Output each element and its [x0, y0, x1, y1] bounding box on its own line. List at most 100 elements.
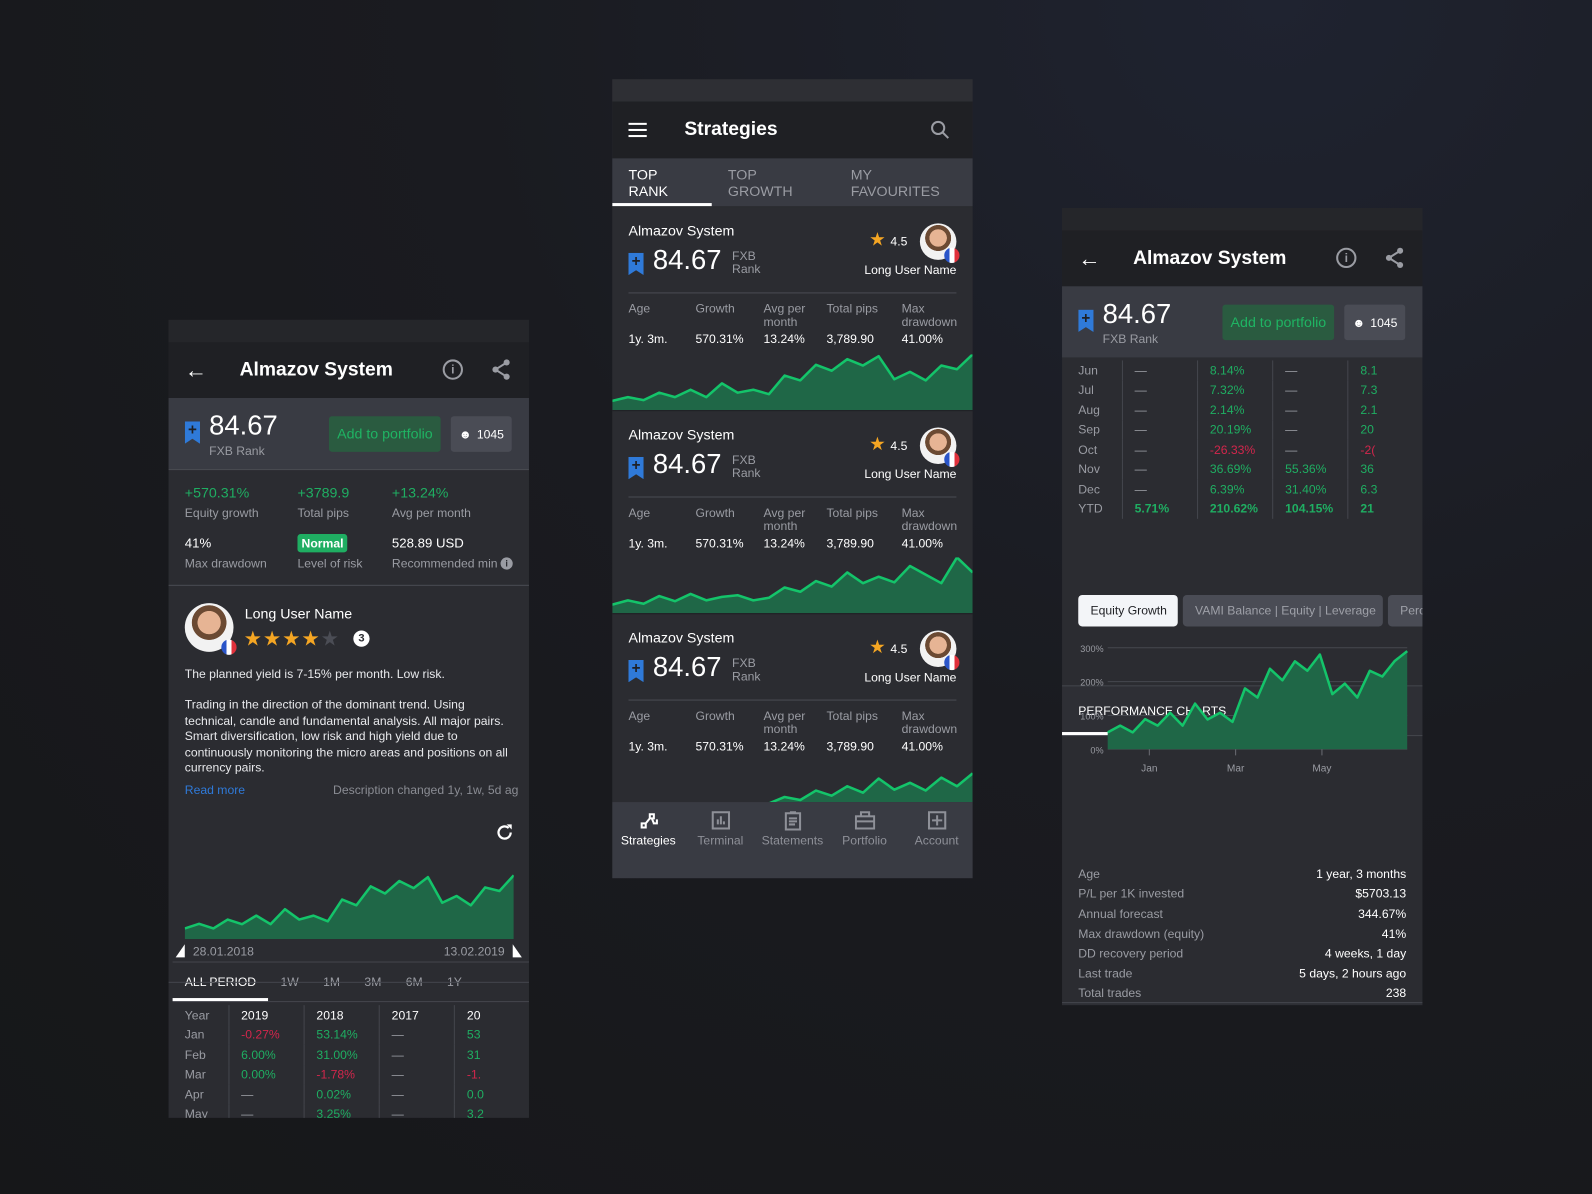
table-cell: 31.00%: [303, 1044, 378, 1065]
column-header: 20: [453, 1005, 529, 1025]
table-row: Oct — -26.33% — -2(: [1078, 439, 1422, 460]
tab-general[interactable]: GENERAL: [1071, 1003, 1154, 1005]
table-cell: —: [227, 1084, 303, 1105]
strategy-card[interactable]: Almazov System +84.67 FXB Rank ★ 4.5 Long User…: [612, 613, 973, 803]
rank-value: 84.67: [652, 651, 722, 683]
yearly-returns-table: Year 2019 2018 2017 20 Jan -0.27% 53.14% —53 Feb 6…: [185, 1005, 529, 1118]
table-cell: —: [1121, 360, 1196, 381]
metric-value: 1y. 3m.: [628, 332, 668, 347]
info-icon[interactable]: i: [1336, 247, 1357, 269]
nav-item-account[interactable]: Account: [901, 810, 972, 878]
metric-label: Max drawdown: [901, 505, 958, 534]
share-icon[interactable]: [491, 358, 511, 380]
range-end-handle[interactable]: [512, 944, 522, 958]
x-tick-label: Jan: [1141, 764, 1157, 775]
metric-value: 41.00%: [901, 536, 943, 551]
strategy-card[interactable]: Almazov System +84.67 FXB Rank ★ 4.5 Long User…: [612, 207, 973, 411]
info-key: Max drawdown (equity): [1078, 926, 1205, 941]
table-row: Nov —36.69% 55.36% 36: [1078, 459, 1422, 480]
table-cell: 21: [1347, 499, 1422, 519]
strategy-statistics-screen: ← Almazov System i + 84.67 FXB Rank Add …: [1062, 208, 1423, 1006]
info-key: DD recovery period: [1078, 946, 1184, 961]
back-arrow-icon[interactable]: ←: [185, 357, 207, 383]
chart-pill-equity-growth[interactable]: Equity Growth: [1078, 594, 1178, 627]
france-flag-icon: [944, 654, 960, 671]
author-name: Long User Name: [864, 262, 957, 278]
area-fill: [184, 875, 514, 940]
strategy-card[interactable]: Almazov System +84.67 FXB Rank ★ 4.5 Long User…: [612, 410, 973, 614]
back-arrow-icon[interactable]: ←: [1078, 245, 1100, 271]
author-avatar[interactable]: [919, 630, 960, 671]
metric-value: 3,789.90: [826, 536, 874, 551]
divider: [628, 292, 957, 294]
info-value: 238: [1385, 986, 1407, 1001]
nav-label: Portfolio: [842, 833, 887, 848]
bookmark-icon[interactable]: +: [1078, 309, 1094, 333]
table-cell: —: [1121, 380, 1196, 401]
nav-item-strategies[interactable]: Strategies: [613, 810, 684, 878]
strategies-icon: [640, 813, 658, 829]
table-row: Apr —0.02% —0.0: [185, 1084, 529, 1105]
equity-sparkline-chart: [184, 874, 514, 940]
user-icon: ☻: [458, 426, 472, 442]
nav-item-portfolio[interactable]: Portfolio: [829, 810, 900, 878]
table-cell: 36: [1347, 459, 1422, 480]
read-more-link[interactable]: Read more: [185, 783, 245, 797]
author-avatar[interactable]: [919, 223, 960, 263]
info-icon[interactable]: i: [500, 557, 513, 570]
star-filled-icon: ★: [262, 628, 282, 651]
reviews-badge[interactable]: 3: [353, 630, 370, 647]
bookmark-icon[interactable]: +: [628, 659, 644, 683]
row-label: Aug: [1078, 402, 1100, 418]
author-name[interactable]: Long User Name: [245, 605, 352, 621]
subscribers-button[interactable]: ☻ 1045: [450, 416, 513, 452]
y-tick-label: 0%: [1090, 745, 1103, 755]
table-cell: -1.78%: [303, 1064, 378, 1085]
table-cell: 0.02%: [303, 1084, 378, 1105]
chart-pill-vami-balance-equity-leverage[interactable]: VAMI Balance | Equity | Leverage: [1182, 594, 1383, 627]
chart-pill-perc[interactable]: Perc: [1387, 594, 1423, 627]
strategy-name: Almazov System: [628, 629, 735, 646]
search-icon[interactable]: [930, 120, 950, 140]
info-row: P/L per 1K invested $5703.13: [1078, 884, 1406, 904]
rank-section: + 84.67 FXB Rank Add to portfolio ☻ 1045: [168, 398, 529, 470]
row-label: Sep: [1078, 422, 1100, 437]
add-to-portfolio-button[interactable]: Add to portfolio: [1222, 304, 1335, 341]
rating-stars: ★ ★ ★ ★ ★: [244, 626, 339, 651]
metric-label: Max drawdown: [901, 708, 958, 737]
nav-item-terminal[interactable]: Terminal: [685, 810, 756, 878]
subscribers-button[interactable]: ☻ 1045: [1344, 304, 1406, 341]
add-to-portfolio-button[interactable]: Add to portfolio: [328, 416, 441, 452]
refresh-icon[interactable]: [494, 822, 514, 842]
menu-icon[interactable]: [628, 122, 648, 138]
share-icon[interactable]: [1385, 247, 1405, 269]
tab-my-favourites[interactable]: MY FAVOURITES: [834, 158, 972, 206]
row-label: Nov: [1078, 462, 1100, 477]
star-icon: ★: [869, 229, 886, 250]
bookmark-icon[interactable]: +: [628, 456, 644, 480]
row-label: Feb: [184, 1047, 206, 1062]
range-start-handle[interactable]: [175, 944, 185, 958]
author-avatar[interactable]: [184, 603, 237, 655]
rank-label: FXB: [732, 248, 756, 263]
tab-top-rank[interactable]: TOP RANK: [612, 158, 712, 207]
info-icon[interactable]: i: [442, 359, 463, 380]
table-cell: 104.15%: [1271, 499, 1347, 519]
table-cell: —: [1271, 380, 1347, 401]
row-label: Oct: [1078, 442, 1098, 457]
nav-item-statements[interactable]: Statements: [757, 810, 828, 878]
tab-ratios[interactable]: RATIOS: [1244, 1003, 1313, 1005]
bookmark-icon[interactable]: +: [184, 421, 201, 444]
risk-badge: Normal: [297, 534, 348, 553]
info-value: 4 weeks, 1 day: [1324, 946, 1407, 961]
table-cell: 210.62%: [1196, 499, 1272, 519]
metric-value: 1y. 3m.: [628, 536, 668, 551]
rank-value: 84.67: [1102, 298, 1172, 329]
author-avatar[interactable]: [919, 427, 960, 468]
tab-top-growth[interactable]: TOP GROWTH: [712, 158, 835, 206]
table-row: Feb 6.00% 31.00% —31: [184, 1044, 529, 1065]
bookmark-icon[interactable]: +: [628, 252, 644, 276]
nav-label: Strategies: [620, 833, 676, 848]
rank-value: 84.67: [209, 410, 278, 441]
tab-averages[interactable]: AVERAGES: [1154, 1003, 1245, 1005]
